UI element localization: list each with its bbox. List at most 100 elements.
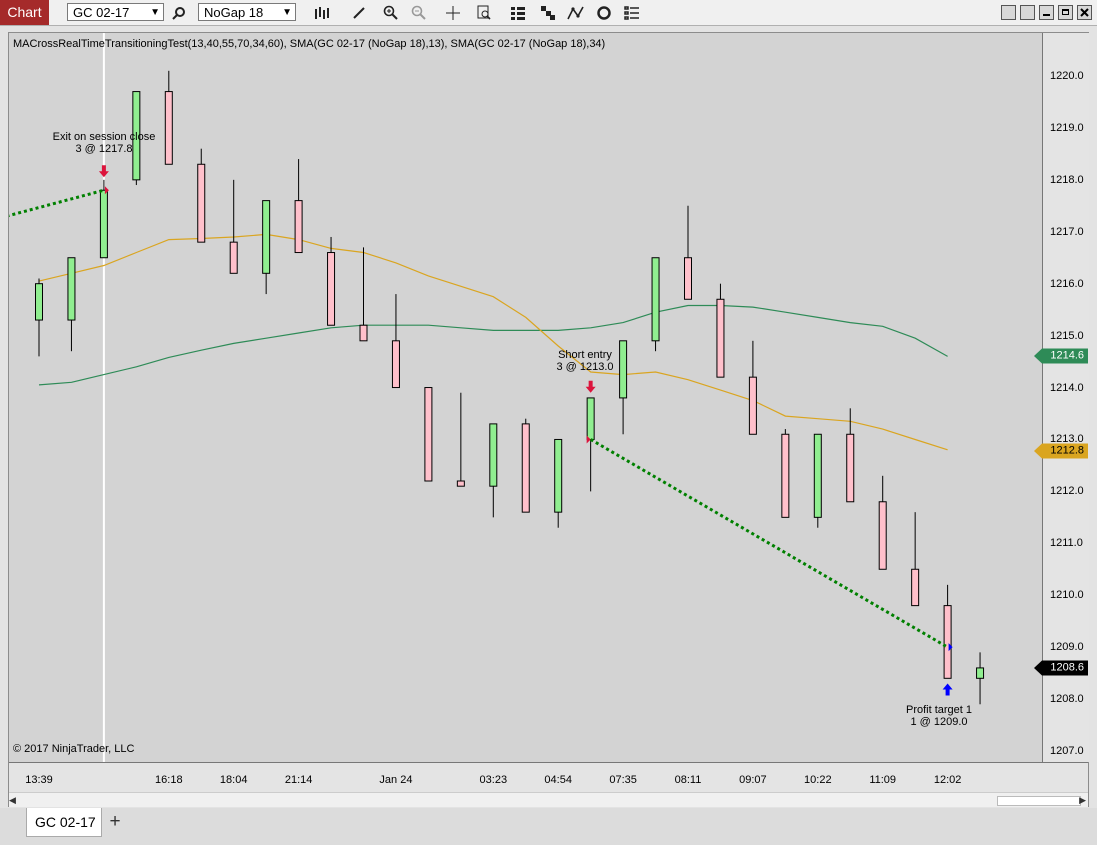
time-tick-label: 07:35: [609, 774, 637, 786]
candle-body: [67, 257, 76, 321]
chart-window-tab[interactable]: Chart: [0, 0, 49, 25]
draw-pencil-icon[interactable]: [349, 3, 369, 22]
candle-body: [684, 257, 692, 300]
zoom-in-icon[interactable]: [381, 3, 401, 22]
price-tick-label: 1218.0: [1050, 173, 1084, 186]
price-tick-label: 1215.0: [1050, 329, 1084, 342]
profit-target-annotation: Profit target 1 1 @ 1209.0: [906, 704, 972, 728]
time-tick-label: 10:22: [804, 774, 832, 786]
instrument-value: GC 02-17: [73, 5, 130, 20]
candle-body: [651, 257, 660, 342]
price-tick-label: 1211.0: [1050, 537, 1083, 550]
scroll-right-icon[interactable]: ▶: [1079, 795, 1086, 806]
maximize-button[interactable]: [1058, 5, 1073, 20]
close-icon: [1080, 8, 1089, 17]
strategy-icon[interactable]: [508, 3, 528, 22]
price-tick-label: 1212.0: [1050, 485, 1084, 498]
chart-tab-bar: GC 02-17 +: [0, 808, 1097, 845]
close-button[interactable]: [1077, 5, 1092, 20]
crosshair-icon[interactable]: [443, 3, 463, 22]
exit-annotation-detail: 3 @ 1217.8: [75, 143, 133, 155]
price-tick-label: 1208.0: [1050, 693, 1084, 706]
profit-target-detail: 1 @ 1209.0: [910, 716, 968, 728]
profit-target-arrow-icon: [942, 683, 953, 696]
candle-body: [35, 283, 43, 321]
pin-button[interactable]: [1001, 5, 1016, 20]
price-tick-label: 1207.0: [1050, 745, 1084, 757]
candle-body: [456, 480, 465, 487]
zoom-out-icon[interactable]: [409, 3, 429, 22]
chevron-down-icon: ▼: [150, 7, 160, 18]
minimize-icon: [1043, 14, 1050, 16]
scrollbar-thumb[interactable]: [997, 796, 1081, 806]
add-tab-button[interactable]: +: [104, 811, 126, 833]
price-tick-label: 1216.0: [1050, 277, 1084, 290]
indicator-label: MACrossRealTimeTransitioningTest(13,40,5…: [13, 38, 606, 50]
candle-body: [327, 252, 336, 326]
instrument-selector[interactable]: GC 02-17 ▼: [67, 3, 164, 21]
time-tick-label: 13:39: [25, 774, 53, 786]
chevron-down-icon: ▼: [282, 7, 292, 18]
search-icon[interactable]: [169, 3, 189, 22]
bar-style-icon[interactable]: [312, 3, 332, 22]
candle-body: [943, 605, 952, 679]
refresh-icon[interactable]: [594, 3, 614, 22]
chart-trader-icon[interactable]: [538, 3, 558, 22]
candle-body: [424, 387, 433, 482]
candle-body: [554, 438, 563, 513]
price-tick-label: 1219.0: [1050, 121, 1084, 134]
price-tick-label: 1214.0: [1050, 381, 1084, 394]
candle-body: [619, 340, 628, 399]
time-tick-label: 16:18: [155, 774, 183, 786]
time-tick-label: 12:02: [933, 774, 962, 786]
time-tick-label: 11:09: [869, 774, 897, 786]
short-trade-line: [589, 438, 949, 649]
chart-toolbar: Chart GC 02-17 ▼ NoGap 18 ▼: [0, 0, 1097, 26]
price-tick-label: 1217.0: [1050, 225, 1084, 238]
candle-body: [911, 568, 920, 607]
candle-body: [813, 433, 822, 518]
candle-body: [489, 423, 498, 487]
exit-annotation-title: Exit on session close: [52, 131, 156, 143]
exit-arrow-icon: [98, 165, 109, 178]
price-tick-label: 1210.0: [1050, 589, 1084, 602]
sma34-price-marker: 1214.6: [1034, 348, 1088, 364]
tab-gc-02-17[interactable]: GC 02-17: [26, 808, 102, 837]
time-tick-label: Jan 24: [379, 774, 413, 786]
price-chart-svg: [9, 33, 985, 762]
minimize-button[interactable]: [1039, 5, 1054, 20]
price-plot-area[interactable]: [9, 33, 1042, 762]
restore-button[interactable]: [1020, 5, 1035, 20]
candle-body: [781, 433, 790, 518]
indicators-icon[interactable]: [566, 3, 586, 22]
candle-body: [262, 200, 271, 274]
time-tick-label: 21:14: [284, 774, 313, 786]
profit-target-title: Profit target 1: [905, 704, 973, 716]
candle-body: [164, 91, 173, 165]
time-tick-label: 08:11: [674, 774, 702, 786]
candle-body: [846, 433, 855, 503]
candle-body: [748, 376, 757, 435]
horizontal-scrollbar[interactable]: ◀ ▶: [9, 792, 1088, 807]
price-tick-label: 1209.0: [1050, 641, 1084, 654]
candle-body: [294, 200, 303, 254]
scroll-left-icon[interactable]: ◀: [9, 795, 16, 806]
time-tick-label: 04:54: [544, 774, 572, 786]
last-price-marker: 1208.6: [1034, 660, 1088, 676]
candle-body: [586, 397, 595, 440]
sma13-line: [38, 233, 948, 451]
candle-body: [976, 667, 985, 679]
short-entry-arrow-icon: [585, 380, 596, 393]
short-entry-detail: 3 @ 1213.0: [556, 361, 614, 373]
sma13-price-marker: 1212.8: [1034, 443, 1088, 459]
sma34-line: [38, 304, 948, 386]
candle-body: [716, 298, 725, 378]
price-tick-label: 1220.0: [1050, 70, 1084, 82]
data-box-icon[interactable]: [474, 3, 494, 22]
bar-type-value: NoGap 18: [204, 5, 264, 20]
bar-type-selector[interactable]: NoGap 18 ▼: [198, 3, 296, 21]
short-entry-title: Short entry: [558, 349, 612, 361]
short-entry-annotation: Short entry 3 @ 1213.0: [556, 349, 613, 373]
properties-icon[interactable]: [622, 3, 642, 22]
exit-annotation: Exit on session close 3 @ 1217.8: [53, 131, 156, 155]
